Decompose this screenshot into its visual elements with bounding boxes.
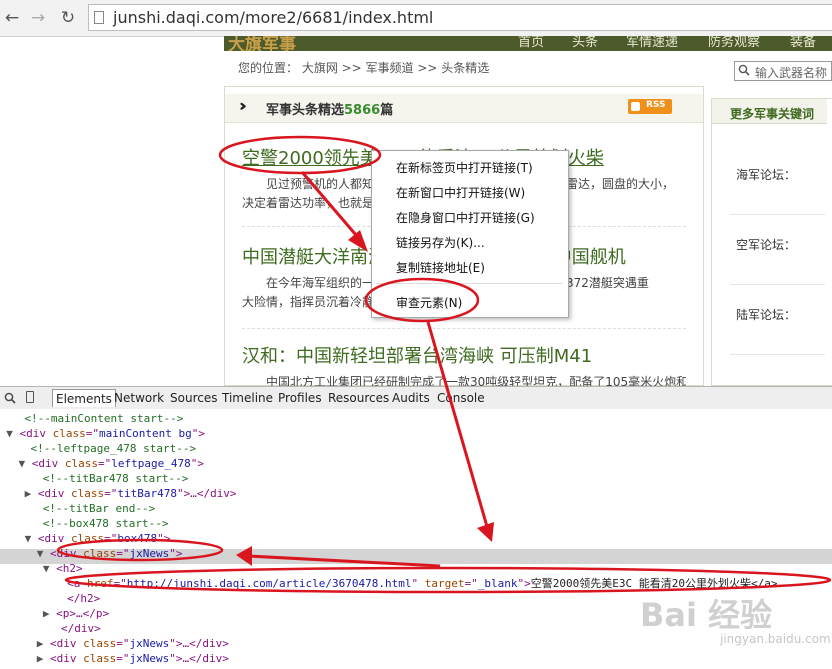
rss-icon	[631, 102, 640, 111]
tab-profiles[interactable]: Profiles	[278, 391, 322, 405]
article-headline-link[interactable]: 汉和：中国新轻坦部署台湾海峡 可压制M41	[242, 342, 592, 368]
menu-item-open-new-tab[interactable]: 在新标签页中打开链接(T)	[396, 159, 533, 176]
url-text[interactable]: junshi.daqi.com/more2/6681/index.html	[113, 8, 433, 27]
forward-arrow-icon[interactable]: →	[28, 8, 48, 28]
dom-node-row[interactable]: <!--leftpage_478 start-->	[31, 441, 197, 456]
tab-network[interactable]: Network	[114, 391, 164, 405]
expanded-triangle-icon[interactable]: ▼	[43, 562, 56, 575]
dom-node-row[interactable]: <!--titBar478 start-->	[43, 471, 189, 486]
devtools-tabbar: Elements Network Sources Timeline Profil…	[0, 386, 832, 410]
article-summary: 中国北方工业集团已经研制完成了一款30吨级轻型坦克，配备了105毫米火炮和	[266, 375, 686, 386]
keyword-panel-header: 更多军事关键词	[712, 99, 827, 124]
tab-elements[interactable]: Elements	[52, 389, 116, 407]
forum-divider	[730, 354, 825, 355]
dom-node-row[interactable]: ▶ <div class="titBar478">…</div>	[25, 486, 237, 501]
browser-toolbar: ← → ↻ junshi.daqi.com/more2/6681/index.h…	[0, 0, 832, 37]
rss-button[interactable]: RSS	[628, 99, 672, 114]
forum-label[interactable]: 空军论坛：	[736, 236, 796, 253]
dom-node-row[interactable]: ▶ <div class="jxNews">…</div>	[37, 636, 229, 651]
site-logo[interactable]: 大旗军事	[228, 36, 296, 51]
dom-node-row[interactable]: </h2>	[67, 591, 100, 606]
header-nav-item[interactable]: 头条	[572, 36, 598, 50]
tab-console[interactable]: Console	[437, 391, 485, 405]
dom-node-row[interactable]: ▼ <div class="box478">	[25, 531, 171, 546]
menu-item-open-new-window[interactable]: 在新窗口中打开链接(W)	[396, 184, 525, 201]
inspect-search-icon[interactable]	[4, 392, 16, 404]
dom-node-row[interactable]: ▶ <p>…</p>	[43, 606, 109, 621]
menu-separator	[376, 283, 562, 284]
menu-item-open-incognito[interactable]: 在隐身窗口中打开链接(G)	[396, 209, 535, 226]
breadcrumb: 您的位置： 大旗网 >> 军事频道 >> 头条精选	[238, 61, 490, 75]
dom-node-row[interactable]: <!--box478 start-->	[43, 516, 169, 531]
reload-icon[interactable]: ↻	[58, 8, 78, 28]
tab-audits[interactable]: Audits	[392, 391, 430, 405]
expanded-triangle-icon[interactable]: ▼	[6, 427, 19, 440]
site-header: 大旗军事 首页 头条 军情速递 防务观察 装备	[224, 36, 832, 51]
page-icon	[94, 11, 104, 24]
header-nav-item[interactable]: 防务观察	[708, 36, 760, 50]
tab-timeline[interactable]: Timeline	[222, 391, 273, 405]
collapsed-triangle-icon[interactable]: ▶	[43, 607, 56, 620]
back-arrow-icon[interactable]: ←	[2, 8, 22, 28]
section-title: 军事头条精选5866篇	[266, 103, 394, 118]
dom-node-row[interactable]: ▶ <div class="jxNews">…</div>	[37, 651, 229, 666]
header-nav-item[interactable]: 装备	[790, 36, 816, 50]
tab-sources[interactable]: Sources	[170, 391, 217, 405]
double-arrow-icon: ›››	[239, 96, 246, 115]
collapsed-triangle-icon[interactable]: ▶	[37, 637, 50, 650]
dom-node-row[interactable]: <!--titBar end-->	[43, 501, 156, 516]
dom-node-row[interactable]: ▼ <div class="jxNews">	[37, 546, 183, 561]
dom-node-row[interactable]: ▼ <h2>	[43, 561, 83, 576]
device-mode-icon[interactable]	[26, 391, 34, 403]
forum-label[interactable]: 陆军论坛：	[736, 306, 796, 323]
dom-node-row[interactable]: </div>	[61, 621, 101, 636]
menu-item-save-link-as[interactable]: 链接另存为(K)...	[396, 234, 485, 251]
keyword-panel-title: 更多军事关键词	[730, 107, 815, 121]
address-bar[interactable]: junshi.daqi.com/more2/6681/index.html	[88, 4, 832, 31]
dom-node-row[interactable]: <!--mainContent start-->	[24, 411, 183, 426]
tab-resources[interactable]: Resources	[328, 391, 389, 405]
search-icon	[738, 64, 750, 76]
article-divider	[242, 328, 686, 329]
menu-item-inspect-element[interactable]: 审查元素(N)	[396, 294, 462, 311]
context-menu: 在新标签页中打开链接(T) 在新窗口中打开链接(W) 在隐身窗口中打开链接(G)…	[371, 150, 569, 318]
dom-node-row[interactable]: ▼ <div class="mainContent bg">	[6, 426, 205, 441]
search-placeholder: 输入武器名称	[755, 66, 828, 80]
dom-node-row[interactable]: ▼ <div class="leftpage_478">	[19, 456, 204, 471]
section-title-bar: ››› 军事头条精选5866篇 RSS	[225, 94, 703, 123]
expanded-triangle-icon[interactable]: ▼	[37, 547, 50, 560]
dom-node-row[interactable]: <a href="http://junshi.daqi.com/article/…	[67, 576, 777, 591]
forum-divider	[730, 214, 825, 215]
rss-label: RSS	[646, 100, 666, 110]
header-nav-item[interactable]: 军情速递	[626, 36, 678, 50]
watermark-logo: Bai 经验	[640, 596, 773, 634]
expanded-triangle-icon[interactable]: ▼	[25, 532, 38, 545]
forum-label[interactable]: 海军论坛：	[736, 166, 796, 183]
collapsed-triangle-icon[interactable]: ▶	[37, 652, 50, 665]
menu-item-copy-link[interactable]: 复制链接地址(E)	[396, 259, 485, 276]
forum-divider	[730, 284, 825, 285]
expanded-triangle-icon[interactable]: ▼	[19, 457, 32, 470]
header-nav-item[interactable]: 首页	[518, 36, 544, 50]
watermark-url: jingyan.baidu.com	[720, 632, 831, 646]
section-count: 5866	[344, 103, 381, 118]
collapsed-triangle-icon[interactable]: ▶	[25, 487, 38, 500]
site-search-input[interactable]: 输入武器名称	[734, 61, 832, 81]
